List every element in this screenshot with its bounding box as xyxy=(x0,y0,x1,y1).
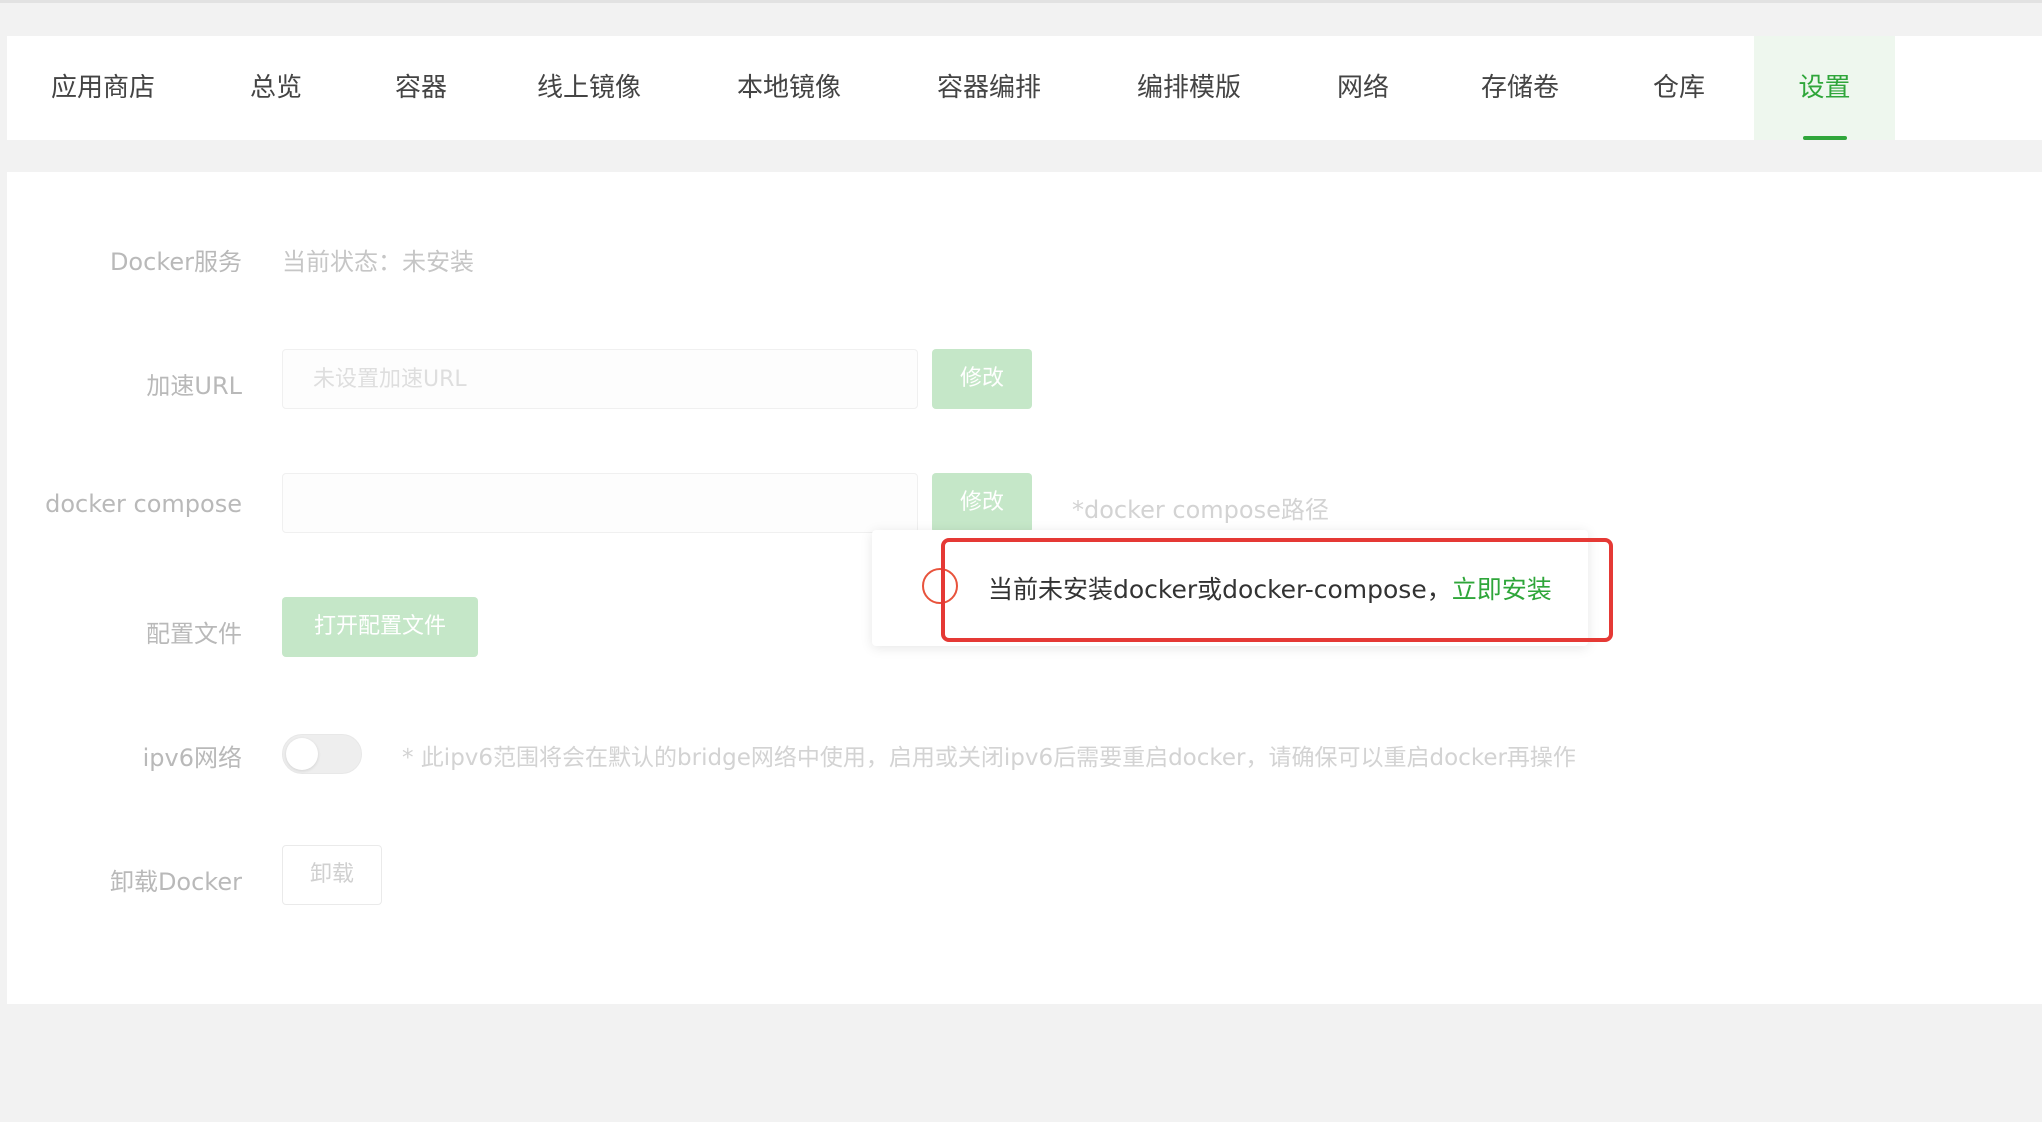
toggle-knob xyxy=(286,738,318,770)
docker-compose-path-input[interactable] xyxy=(282,473,918,533)
tab-containers[interactable]: 容器 xyxy=(395,36,447,140)
uninstall-button[interactable]: 卸载 xyxy=(282,845,382,905)
ipv6-toggle[interactable] xyxy=(282,734,362,774)
ipv6-hint: * 此ipv6范围将会在默认的bridge网络中使用，启用或关闭ipv6后需要重… xyxy=(402,745,1576,771)
docker-service-label: Docker服务 xyxy=(109,248,242,276)
tab-settings[interactable]: 设置 xyxy=(1754,36,1895,140)
not-installed-alert: 当前未安装docker或docker-compose，立即安装 xyxy=(872,530,1588,646)
alert-message-text: 当前未安装docker或docker-compose， xyxy=(988,575,1452,604)
docker-compose-edit-button[interactable]: 修改 xyxy=(932,473,1032,533)
tab-app-store[interactable]: 应用商店 xyxy=(51,36,155,140)
mirror-url-input[interactable] xyxy=(282,349,918,409)
alert-message: 当前未安装docker或docker-compose，立即安装 xyxy=(988,570,1552,606)
docker-compose-label: docker compose xyxy=(45,490,242,518)
tab-bar: 应用商店 总览 容器 线上镜像 本地镜像 容器编排 编排模版 网络 存储卷 仓库… xyxy=(7,36,2042,140)
docker-status-text: 当前状态：未安装 xyxy=(282,248,474,276)
uninstall-docker-label: 卸载Docker xyxy=(109,868,242,896)
tab-local-images[interactable]: 本地镜像 xyxy=(737,36,841,140)
tab-volumes[interactable]: 存储卷 xyxy=(1481,36,1559,140)
ipv6-label: ipv6网络 xyxy=(142,744,242,772)
mirror-url-label: 加速URL xyxy=(146,372,242,400)
install-now-link[interactable]: 立即安装 xyxy=(1452,575,1552,604)
tab-registry[interactable]: 仓库 xyxy=(1653,36,1705,140)
tab-overview[interactable]: 总览 xyxy=(250,36,302,140)
tab-online-images[interactable]: 线上镜像 xyxy=(537,36,641,140)
open-config-file-button[interactable]: 打开配置文件 xyxy=(282,597,478,657)
warning-circle-icon xyxy=(922,568,958,604)
mirror-url-edit-button[interactable]: 修改 xyxy=(932,349,1032,409)
config-file-label: 配置文件 xyxy=(146,620,242,648)
tab-network[interactable]: 网络 xyxy=(1337,36,1389,140)
tab-container-orchestration[interactable]: 容器编排 xyxy=(937,36,1041,140)
docker-compose-hint: *docker compose路径 xyxy=(1072,496,1329,524)
active-tab-indicator xyxy=(1802,136,1847,140)
tab-orchestration-templates[interactable]: 编排模版 xyxy=(1137,36,1241,140)
top-divider xyxy=(0,0,2042,3)
tab-settings-label: 设置 xyxy=(1798,73,1851,103)
